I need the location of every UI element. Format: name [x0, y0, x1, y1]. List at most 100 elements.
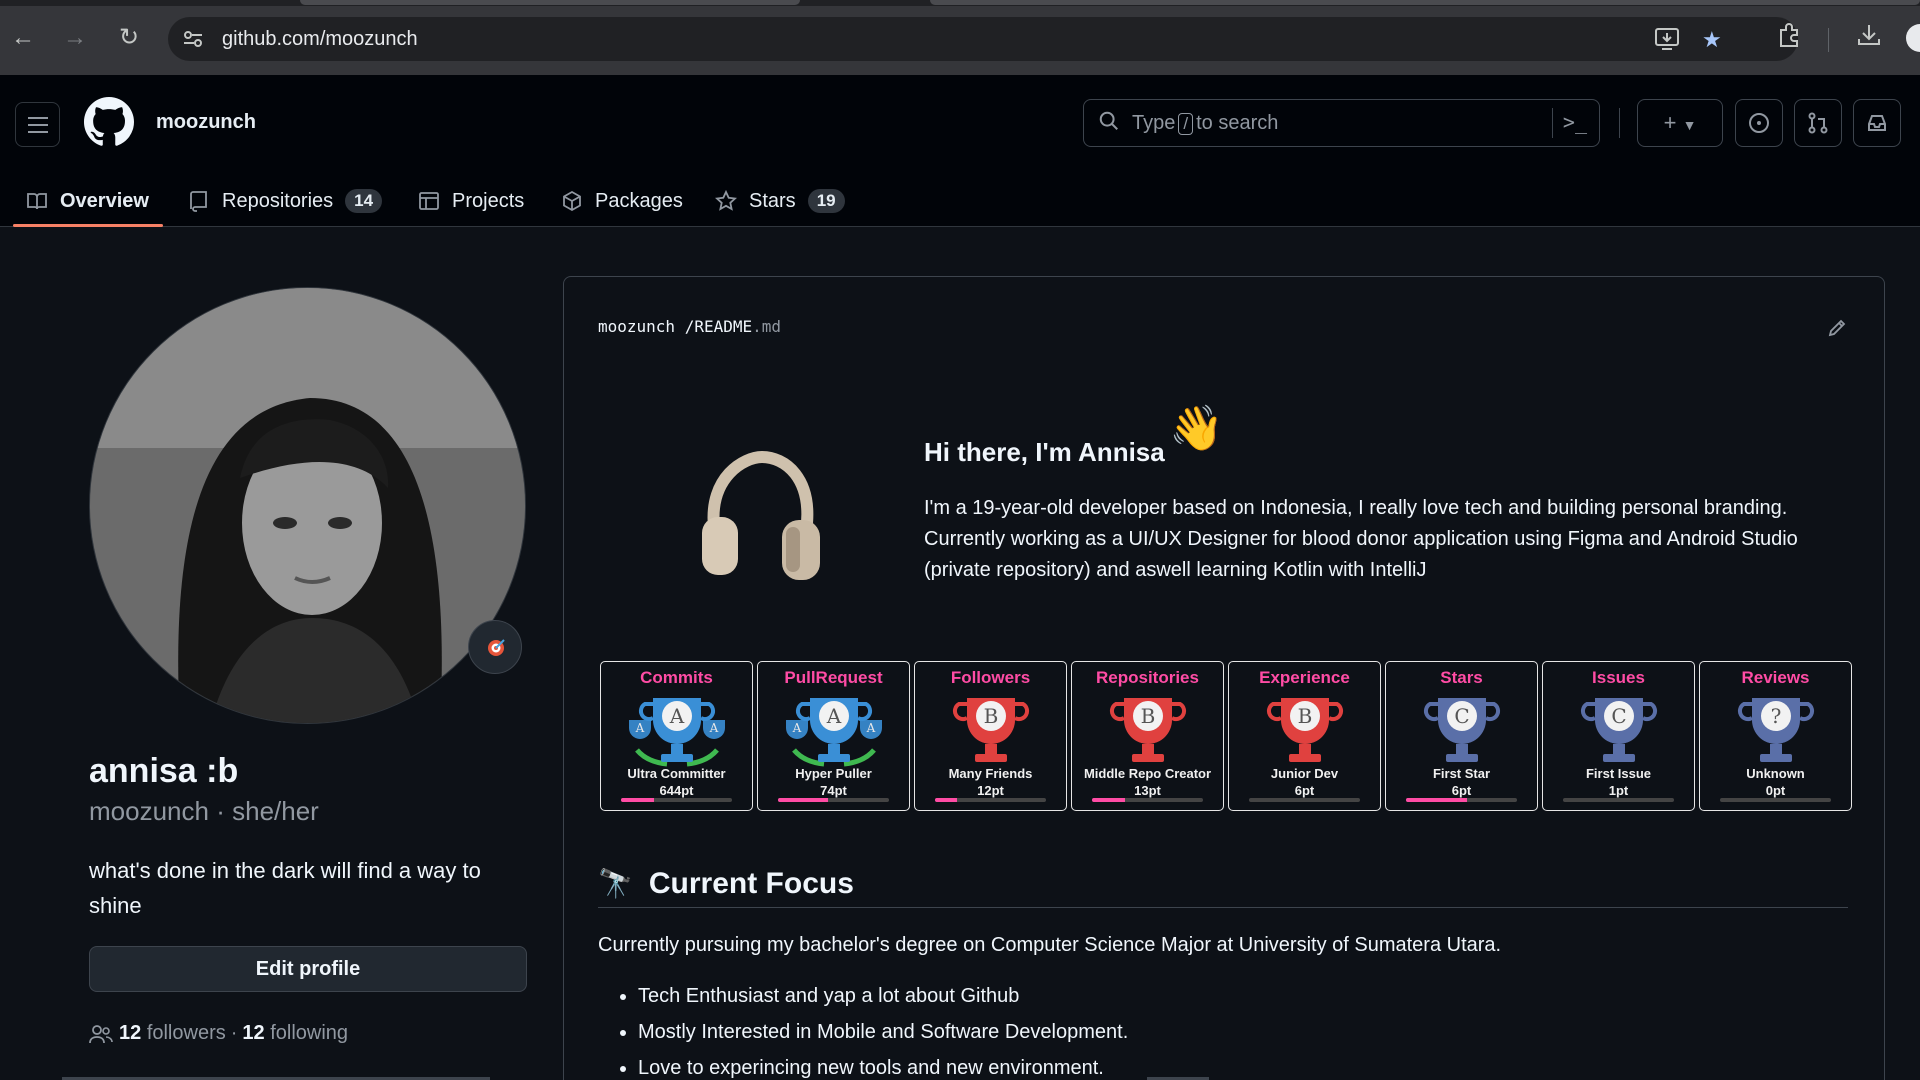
list-item: Tech Enthusiast and yap a lot about Gith… — [638, 984, 1128, 1008]
dot-separator: · — [230, 1022, 238, 1044]
trophy-name: Junior Dev — [1270, 766, 1339, 781]
issues-icon[interactable] — [1735, 99, 1783, 147]
trophy-name: Unknown — [1746, 766, 1805, 781]
section-title: Current Focus — [648, 866, 854, 900]
create-new-button[interactable]: + ▼ — [1637, 99, 1723, 147]
trophy-progress-fill — [1406, 798, 1468, 802]
trophy-points: 12pt — [977, 783, 1004, 798]
url-text[interactable]: github.com/moozunch — [222, 28, 418, 51]
reload-icon[interactable]: ↻ — [114, 23, 144, 53]
trophy-rank: B — [1298, 704, 1313, 728]
status-emoji-button[interactable] — [468, 620, 522, 674]
tab-projects[interactable]: Projects — [418, 175, 524, 227]
followers-link[interactable]: 12 followers — [119, 1022, 226, 1045]
tab-overview[interactable]: Overview — [26, 175, 149, 227]
profile-bio: what's done in the dark will find a way … — [89, 858, 481, 918]
trophy-card: Reviews ? Unknown 0pt — [1699, 661, 1852, 811]
path-separator: / — [684, 317, 695, 336]
back-icon[interactable]: ← — [8, 23, 38, 53]
trophy-name: Ultra Committer — [627, 766, 726, 781]
trophy-icon: C — [1580, 698, 1658, 762]
tab-stars[interactable]: Stars 19 — [715, 175, 845, 227]
tab-label: Stars — [749, 189, 796, 212]
trophy-progress-bar — [1249, 798, 1360, 802]
tab-label: Overview — [60, 189, 149, 212]
site-settings-icon[interactable] — [182, 29, 204, 49]
people-icon — [89, 1024, 113, 1043]
browser-tab[interactable] — [300, 0, 800, 5]
browser-tab[interactable] — [930, 0, 1920, 5]
trophy-progress-bar — [1406, 798, 1517, 802]
trophy-icon: ? — [1737, 698, 1815, 762]
trophy-row: Commits A A A Ultra Committer 644pt Pull… — [600, 661, 1856, 811]
pull-requests-icon[interactable] — [1794, 99, 1842, 147]
trophy-points: 6pt — [1294, 783, 1315, 798]
trophy-progress-fill — [1092, 798, 1126, 802]
trophy-progress-bar — [778, 798, 889, 802]
forward-icon[interactable]: → — [60, 23, 90, 53]
tab-packages[interactable]: Packages — [561, 175, 683, 227]
extensions-icon[interactable] — [1777, 22, 1803, 54]
trophy-title: PullRequest — [784, 668, 883, 687]
trophy-name: Many Friends — [948, 766, 1033, 781]
trophy-card: Repositories B Middle Repo Creator 13pt — [1071, 661, 1224, 811]
trophy-progress-bar — [935, 798, 1046, 802]
download-icon[interactable] — [1856, 22, 1882, 54]
trophy-rank: C — [1611, 704, 1626, 728]
bookmark-star-icon[interactable]: ★ — [1702, 27, 1722, 53]
trophy-title: Issues — [1592, 668, 1645, 687]
book-icon — [27, 193, 47, 210]
package-icon — [563, 190, 581, 212]
header-username[interactable]: moozunch — [156, 111, 256, 134]
readme-filename: README — [694, 317, 753, 336]
readme-greeting: Hi there, I'm Annisa — [924, 437, 1165, 467]
trophy-title: Repositories — [1096, 668, 1199, 687]
following-count: 12 — [242, 1022, 265, 1044]
svg-text:A: A — [792, 721, 802, 735]
address-bar[interactable]: github.com/moozunch ★ — [168, 17, 1798, 61]
list-item: Mostly Interested in Mobile and Software… — [638, 1020, 1128, 1044]
trophy-points: 0pt — [1765, 783, 1786, 798]
trophy-title: Stars — [1440, 668, 1483, 687]
trophy-rank: A — [826, 704, 842, 728]
tab-label: Projects — [452, 189, 525, 212]
svg-text:A: A — [866, 721, 876, 735]
pencil-icon[interactable] — [1826, 317, 1848, 339]
trophy-name: First Issue — [1585, 766, 1652, 781]
search-icon — [1099, 111, 1118, 130]
tab-label: Repositories — [222, 189, 334, 212]
readme-card: moozunch /README.md Hi there, I'm Annisa… — [563, 276, 1885, 1080]
tab-repositories[interactable]: Repositories 14 — [188, 175, 383, 227]
waving-hand-icon: 👋 — [1169, 404, 1224, 453]
dot-separator: · — [216, 796, 225, 826]
search-input[interactable]: Type / to search >_ — [1083, 99, 1600, 147]
profile-avatar-icon[interactable] — [1906, 24, 1920, 52]
trophy-progress-bar — [621, 798, 732, 802]
repo-count-badge: 14 — [345, 189, 383, 213]
edit-profile-button[interactable]: Edit profile — [89, 946, 527, 992]
github-logo-icon[interactable] — [84, 97, 134, 147]
current-focus-heading: 🔭 Current Focus — [598, 860, 1848, 908]
inbox-icon[interactable] — [1853, 99, 1901, 147]
trophy-rank: ? — [1771, 704, 1782, 728]
search-placeholder-prefix: Type — [1132, 112, 1176, 134]
avatar[interactable] — [89, 287, 526, 724]
trophy-card: Commits A A A Ultra Committer 644pt — [600, 661, 753, 811]
readme-intro: I'm a 19-year-old developer based on Ind… — [924, 497, 1798, 581]
trophy-title: Commits — [640, 668, 713, 687]
trophy-card: Issues C First Issue 1pt — [1542, 661, 1695, 811]
star-icon — [715, 190, 737, 211]
browser-toolbar: ← → ↻ github.com/moozunch ★ — [0, 0, 1920, 75]
follow-stats: 12 followers · 12 following — [89, 1022, 348, 1045]
profile-pronouns: she/her — [232, 796, 319, 826]
following-link[interactable]: 12 following — [242, 1022, 348, 1045]
install-app-icon[interactable] — [1654, 27, 1680, 57]
trophy-rank: C — [1454, 704, 1469, 728]
command-palette-icon[interactable]: >_ — [1563, 110, 1587, 134]
trophy-name: First Star — [1432, 766, 1491, 781]
trophy-icon: C — [1423, 698, 1501, 762]
readme-owner[interactable]: moozunch — [598, 317, 675, 336]
search-divider — [1552, 108, 1553, 138]
menu-icon[interactable] — [15, 102, 60, 147]
search-shortcut-key: / — [1178, 113, 1194, 135]
